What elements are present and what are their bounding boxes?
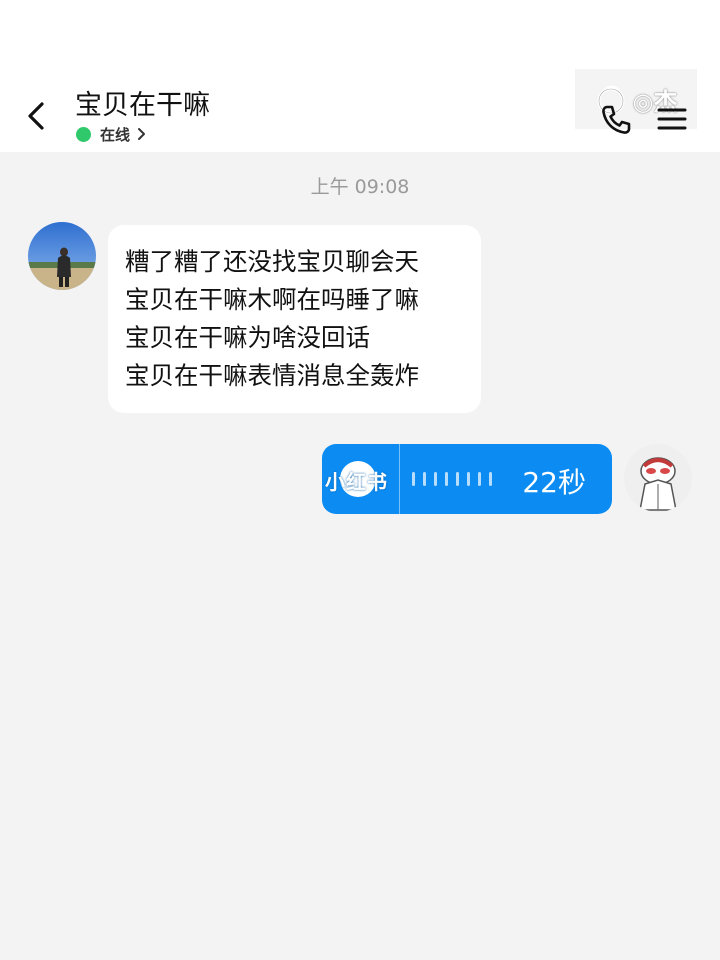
online-dot-icon	[76, 126, 91, 142]
voice-divider	[399, 444, 400, 514]
voice-message-bubble[interactable]: 小红书 22秒	[322, 444, 612, 514]
menu-icon[interactable]	[656, 104, 688, 134]
incoming-message-bubble[interactable]: 糟了糟了还没找宝贝聊会天 宝贝在干嘛木啊在吗睡了嘛 宝贝在干嘛为啥没回话 宝贝在…	[108, 225, 481, 413]
user-avatar[interactable]	[624, 444, 692, 512]
message-line: 宝贝在干嘛木啊在吗睡了嘛	[125, 285, 419, 314]
phone-icon[interactable]	[598, 102, 634, 138]
chat-header: 宝贝在干嘛 在线 ◎杰	[0, 69, 720, 152]
status-bar-area	[0, 0, 720, 78]
contact-name: 宝贝在干嘛	[75, 90, 210, 121]
voice-overlay-text: 小红书	[325, 470, 388, 494]
message-line: 糟了糟了还没找宝贝聊会天	[125, 247, 419, 276]
back-button[interactable]	[20, 96, 56, 136]
chevron-right-icon	[138, 128, 146, 140]
online-status-label: 在线	[100, 125, 131, 144]
message-timestamp: 上午 09:08	[310, 176, 410, 198]
waveform-icon	[412, 472, 492, 486]
voice-duration: 22秒	[522, 466, 586, 499]
message-line: 宝贝在干嘛表情消息全轰炸	[125, 361, 419, 390]
message-line: 宝贝在干嘛为啥没回话	[125, 323, 370, 352]
contact-avatar[interactable]	[28, 222, 96, 290]
online-status[interactable]: 在线	[76, 124, 147, 144]
